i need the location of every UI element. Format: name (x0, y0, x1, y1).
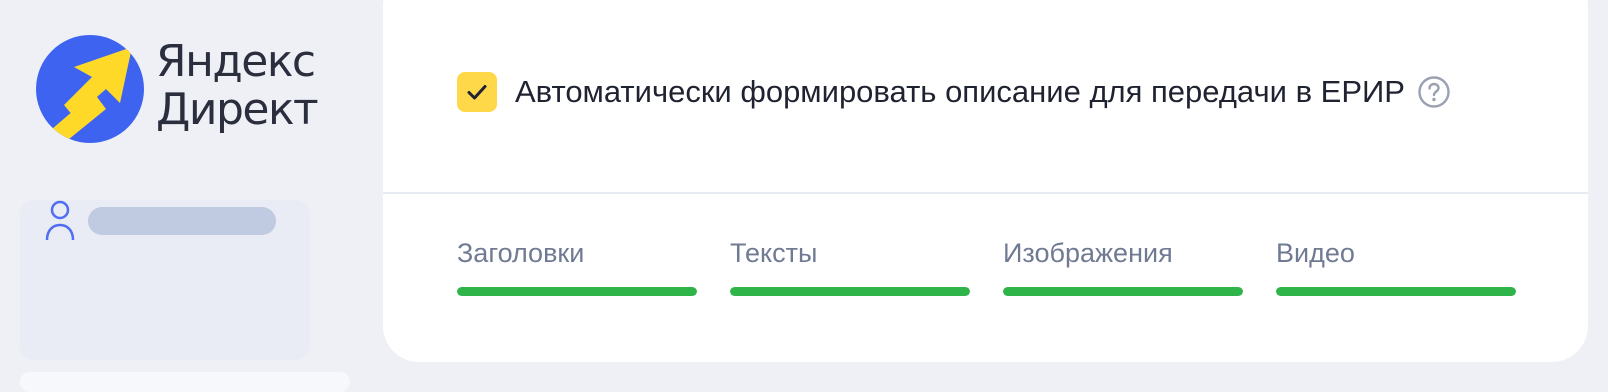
tab-video[interactable]: Видео (1276, 238, 1516, 300)
logo-wordmark: Яндекс Директ (156, 36, 319, 135)
progress-fill (730, 287, 970, 296)
auto-erir-label[interactable]: Автоматически формировать описание для п… (515, 74, 1405, 110)
user-account[interactable] (44, 200, 276, 242)
tab-label: Тексты (730, 238, 818, 268)
auto-erir-checkbox[interactable] (457, 72, 497, 112)
progress-bar (457, 287, 697, 296)
auto-erir-setting: Автоматически формировать описание для п… (457, 72, 1451, 112)
yandex-direct-logo[interactable]: Яндекс Директ (34, 33, 319, 145)
section-divider (383, 192, 1588, 194)
tab-label: Изображения (1003, 238, 1173, 268)
yandex-direct-logo-icon (36, 35, 144, 143)
content-card: Автоматически формировать описание для п… (383, 0, 1588, 362)
progress-fill (1003, 287, 1243, 296)
tab-texts[interactable]: Тексты (730, 238, 970, 300)
tab-headlines[interactable]: Заголовки (457, 238, 697, 300)
question-circle-icon[interactable] (1417, 75, 1451, 109)
content-tabs: Заголовки Тексты Изображения Видео (457, 238, 1516, 300)
progress-bar (1003, 287, 1243, 296)
logo-line-1: Яндекс (156, 36, 316, 87)
user-name-redacted (88, 207, 276, 235)
progress-fill (1276, 287, 1516, 296)
tab-images[interactable]: Изображения (1003, 238, 1243, 300)
progress-bar (1276, 287, 1516, 296)
sidebar-next-panel (20, 372, 350, 392)
tab-label: Видео (1276, 238, 1355, 268)
progress-fill (457, 287, 697, 296)
checkmark-icon (467, 85, 487, 100)
user-icon (45, 200, 75, 241)
progress-bar (730, 287, 970, 296)
tab-label: Заголовки (457, 238, 585, 268)
logo-line-2: Директ (156, 84, 319, 135)
